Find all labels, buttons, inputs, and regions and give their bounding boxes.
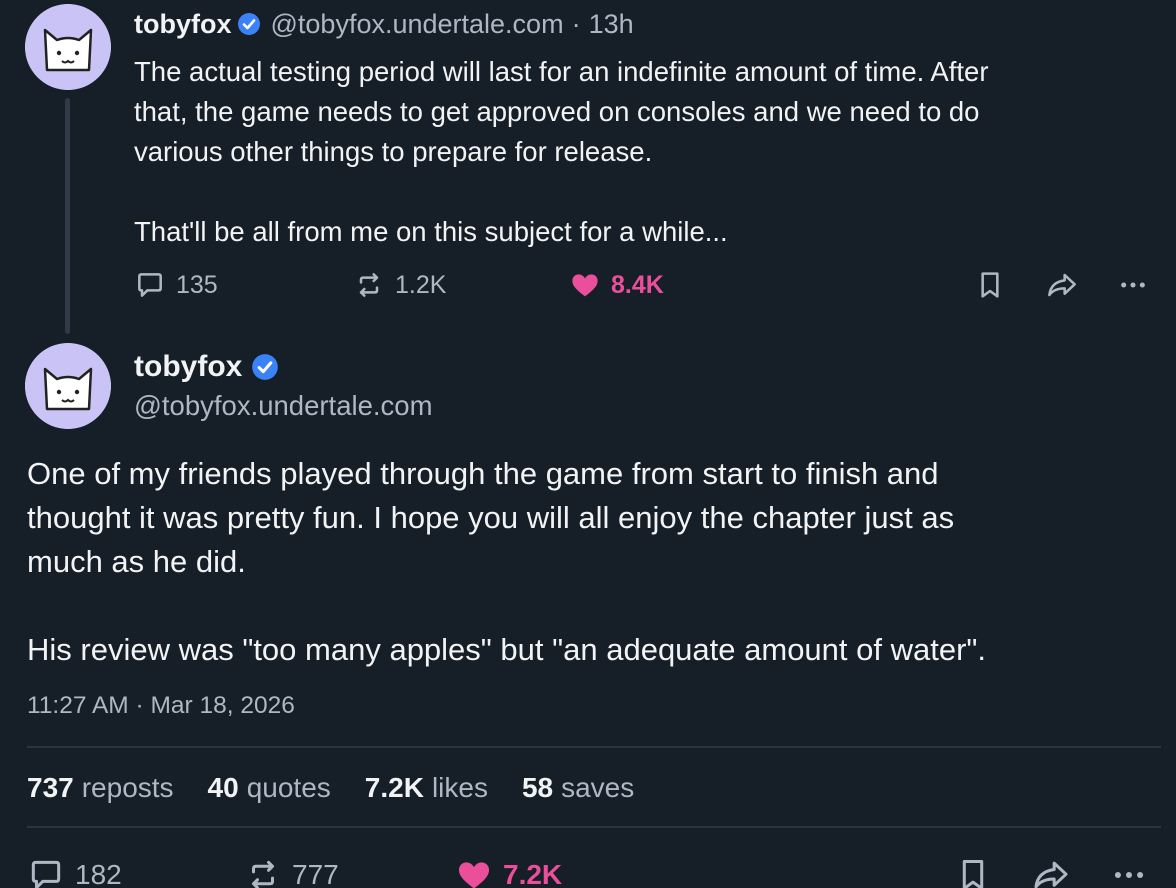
stat-reposts[interactable]: 737 reposts <box>27 772 174 804</box>
post-timestamp: 11:27 AM · Mar 18, 2026 <box>27 692 295 719</box>
repost-button[interactable]: 777 <box>244 855 339 888</box>
reply-count: 135 <box>176 270 218 299</box>
stat-number: 58 <box>521 772 554 803</box>
more-icon <box>1114 871 1144 879</box>
heart-icon <box>572 274 598 297</box>
bookmark-icon <box>981 272 999 298</box>
main-post-actions: 182 777 7.2K <box>0 855 1176 888</box>
post-time-ago[interactable]: 13h <box>589 9 634 40</box>
share-icon <box>1034 861 1068 888</box>
author-display-name[interactable]: tobyfox <box>134 9 232 40</box>
reply-button[interactable]: 182 <box>27 855 122 888</box>
like-button[interactable]: 7.2K <box>455 855 562 888</box>
heart-icon <box>458 862 490 888</box>
main-post-author: tobyfox <box>134 347 279 387</box>
reply-icon <box>31 860 61 888</box>
repost-icon <box>359 273 379 297</box>
share-button[interactable] <box>1044 265 1080 305</box>
thread-view: tobyfox @tobyfox.undertale.com · 13h The… <box>0 0 1176 888</box>
like-count: 7.2K <box>503 859 563 888</box>
stat-number: 737 <box>27 772 74 803</box>
stat-quotes[interactable]: 40 quotes <box>208 772 331 804</box>
repost-button[interactable]: 1.2K <box>353 265 446 305</box>
reply-button[interactable]: 135 <box>134 265 218 305</box>
verified-icon[interactable] <box>237 12 261 36</box>
divider <box>27 746 1161 748</box>
stat-label: likes <box>431 772 488 803</box>
divider <box>27 826 1161 828</box>
stat-label: quotes <box>246 772 331 803</box>
repost-count: 777 <box>292 859 339 888</box>
more-icon <box>1121 282 1145 288</box>
share-button[interactable] <box>1030 855 1072 888</box>
share-icon <box>1048 273 1076 297</box>
more-options-button[interactable] <box>1116 265 1150 305</box>
parent-post-header: tobyfox @tobyfox.undertale.com · 13h <box>134 4 634 44</box>
reply-count: 182 <box>75 859 122 888</box>
avatar[interactable] <box>25 4 111 90</box>
stat-number: 40 <box>207 772 239 803</box>
cat-avatar-icon <box>25 343 111 429</box>
stat-saves[interactable]: 58 saves <box>522 772 634 804</box>
bookmark-icon <box>962 860 984 888</box>
author-handle[interactable]: @tobyfox.undertale.com <box>271 9 564 40</box>
bookmark-button[interactable] <box>974 265 1006 305</box>
verified-icon[interactable] <box>251 353 279 381</box>
engagement-stats: 737 reposts 40 quotes 7.2K likes 58 saves <box>27 768 668 808</box>
stat-likes[interactable]: 7.2K likes <box>365 772 488 804</box>
repost-icon <box>251 860 275 888</box>
author-display-name[interactable]: tobyfox <box>134 350 242 384</box>
bookmark-button[interactable] <box>954 855 992 888</box>
like-button[interactable]: 8.4K <box>569 265 664 305</box>
stat-label: reposts <box>81 772 174 803</box>
parent-post-actions: 135 1.2K 8.4K <box>0 265 1176 305</box>
author-handle[interactable]: @tobyfox.undertale.com <box>134 390 433 422</box>
reply-icon <box>138 273 162 297</box>
cat-avatar-icon <box>25 4 111 90</box>
stat-label: saves <box>561 772 635 803</box>
like-count: 8.4K <box>611 270 664 299</box>
main-post-text: One of my friends played through the gam… <box>27 456 987 667</box>
more-options-button[interactable] <box>1110 855 1148 888</box>
stat-number: 7.2K <box>364 772 424 803</box>
avatar[interactable] <box>25 343 111 429</box>
separator-dot: · <box>571 8 581 39</box>
repost-count: 1.2K <box>395 270 447 299</box>
parent-post-text: The actual testing period will last for … <box>134 56 989 247</box>
